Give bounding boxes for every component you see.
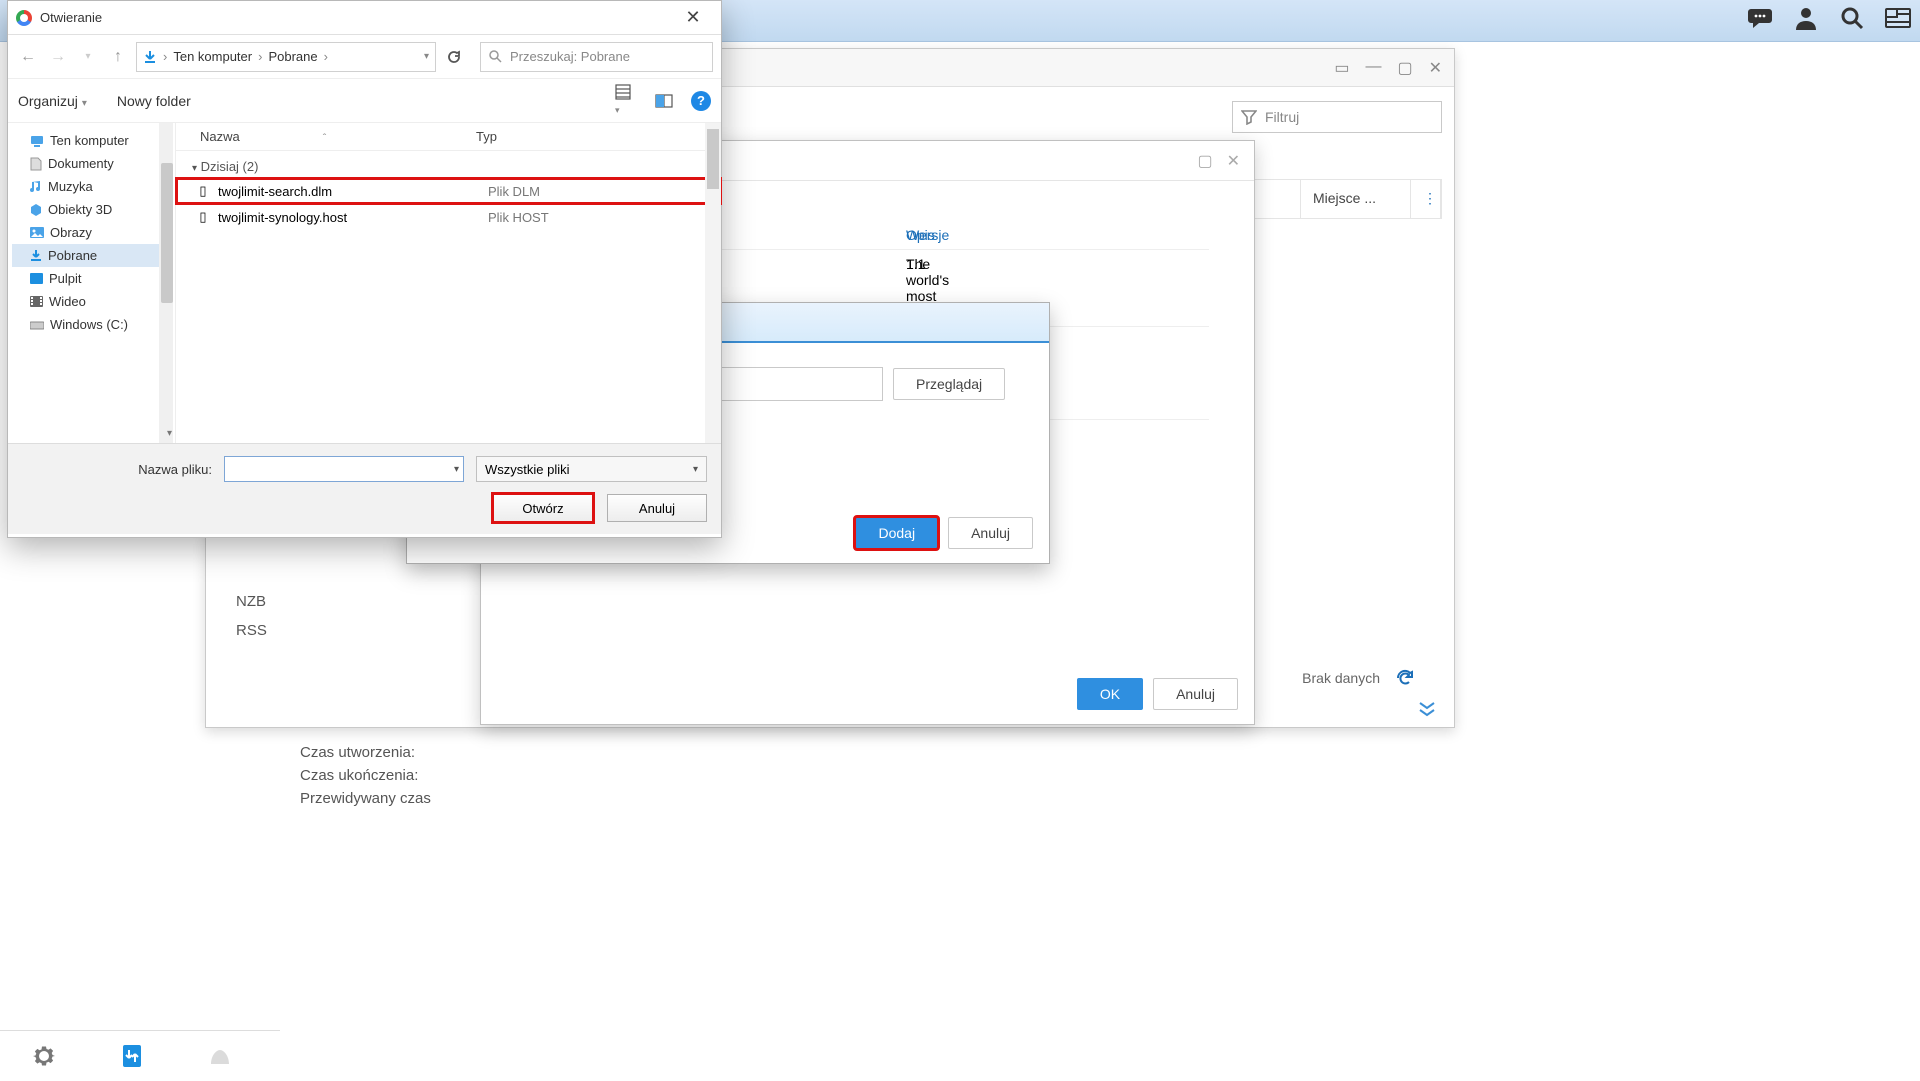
tree-3d[interactable]: Obiekty 3D	[12, 198, 171, 221]
tree-music[interactable]: Muzyka	[12, 175, 171, 198]
add-button[interactable]: Dodaj	[855, 517, 938, 549]
filter-icon	[1241, 109, 1257, 125]
col-name[interactable]: Nazwa ˆ	[176, 129, 476, 144]
search-icon	[489, 50, 502, 63]
history-dropdown-icon[interactable]: ▾	[76, 45, 100, 69]
close-icon[interactable]: ✕	[1429, 58, 1442, 78]
dashboard-icon[interactable]	[1884, 4, 1912, 32]
ok-button[interactable]: OK	[1077, 678, 1143, 710]
bottom-bar	[0, 1030, 280, 1080]
download-arrow-icon	[143, 50, 157, 64]
ds-sidebar: NZB RSS	[236, 587, 416, 645]
chevron-down-icon[interactable]: ▾	[424, 51, 429, 62]
sidebar-item-rss[interactable]: RSS	[236, 616, 416, 645]
chat-icon[interactable]	[1746, 4, 1774, 32]
file-icon: ▯	[194, 209, 212, 225]
search-icon[interactable]	[1838, 4, 1866, 32]
filename-input[interactable]: ▾	[224, 456, 464, 482]
breadcrumb[interactable]: › Ten komputer › Pobrane › ▾	[136, 42, 436, 72]
tree-desktop[interactable]: Pulpit	[12, 267, 171, 290]
emule-icon[interactable]	[176, 1031, 264, 1081]
restore-icon[interactable]: ▢	[1197, 151, 1212, 171]
sidebar-item-nzb[interactable]: NZB	[236, 587, 416, 616]
forward-icon[interactable]: →	[46, 45, 70, 69]
tree-images[interactable]: Obrazy	[12, 221, 171, 244]
preview-pane-icon[interactable]	[655, 94, 673, 108]
col-ver[interactable]: Wersje	[906, 227, 1026, 243]
user-icon[interactable]	[1792, 4, 1820, 32]
tree-video[interactable]: Wideo	[12, 290, 171, 313]
close-icon[interactable]: ✕	[1227, 151, 1240, 171]
eta-label: Przewidywany czas	[300, 790, 431, 807]
refresh-icon[interactable]	[1396, 669, 1414, 687]
settings-gear-icon[interactable]	[0, 1031, 88, 1081]
col-type[interactable]: Typ	[476, 129, 721, 144]
refresh-icon[interactable]	[442, 45, 466, 69]
scrollbar-thumb[interactable]	[707, 129, 719, 189]
col-place[interactable]: Miejsce ...	[1301, 180, 1411, 218]
transfer-icon[interactable]	[88, 1031, 176, 1081]
no-data-label: Brak danych	[1302, 670, 1380, 686]
list-item[interactable]: ▯ twojlimit-synology.host Plik HOST	[176, 204, 721, 230]
created-label: Czas utworzenia:	[300, 744, 431, 761]
list-group[interactable]: ▾ Dzisiaj (2)	[176, 151, 721, 178]
folder-tree[interactable]: Ten komputer Dokumenty Muzyka Obiekty 3D…	[8, 123, 176, 443]
filename-label: Nazwa pliku:	[22, 462, 212, 477]
browse-button[interactable]: Przeglądaj	[893, 368, 1005, 400]
pin-icon[interactable]: ▭	[1334, 58, 1349, 78]
tree-drive-c[interactable]: Windows (C:)	[12, 313, 171, 336]
chrome-icon	[16, 10, 32, 26]
chevron-down-icon[interactable]: ▾	[167, 428, 172, 439]
organize-menu[interactable]: Organizuj ▾	[18, 93, 87, 109]
maximize-icon[interactable]: ▢	[1397, 58, 1412, 78]
tree-this-pc[interactable]: Ten komputer	[12, 129, 171, 152]
tree-downloads[interactable]: Pobrane	[12, 244, 171, 267]
filter-input[interactable]: Filtruj	[1232, 101, 1442, 133]
details-panel: Czas utworzenia: Czas ukończenia: Przewi…	[300, 738, 431, 813]
file-open-dialog: Otwieranie ✕ ← → ▾ ↑ › Ten komputer › Po…	[7, 0, 722, 538]
cancel-button[interactable]: Anuluj	[607, 494, 707, 522]
view-mode-icon[interactable]: ▾	[615, 84, 637, 118]
cancel-button[interactable]: Anuluj	[1153, 678, 1238, 710]
scrollbar-thumb[interactable]	[161, 163, 173, 303]
help-icon[interactable]: ?	[691, 91, 711, 111]
file-icon: ▯	[194, 183, 212, 199]
tree-documents[interactable]: Dokumenty	[12, 152, 171, 175]
back-icon[interactable]: ←	[16, 45, 40, 69]
finished-label: Czas ukończenia:	[300, 767, 431, 784]
cancel-button[interactable]: Anuluj	[948, 517, 1033, 549]
col-menu-icon[interactable]: ⋮	[1411, 180, 1441, 218]
close-icon[interactable]: ✕	[673, 7, 713, 28]
new-folder-button[interactable]: Nowy folder	[117, 93, 191, 109]
up-icon[interactable]: ↑	[106, 45, 130, 69]
expand-down-icon[interactable]	[1418, 701, 1436, 717]
open-button[interactable]: Otwórz	[493, 494, 593, 522]
list-item[interactable]: ▯ twojlimit-search.dlm Plik DLM	[176, 178, 721, 204]
dialog-title: Otwieranie	[40, 10, 102, 25]
minimize-icon[interactable]: —	[1365, 58, 1381, 78]
filetype-select[interactable]: Wszystkie pliki▾	[476, 456, 707, 482]
search-input[interactable]: Przeszukaj: Pobrane	[480, 42, 713, 72]
file-list: Nazwa ˆ Typ ▾ Dzisiaj (2) ▯ twojlimit-se…	[176, 123, 721, 443]
